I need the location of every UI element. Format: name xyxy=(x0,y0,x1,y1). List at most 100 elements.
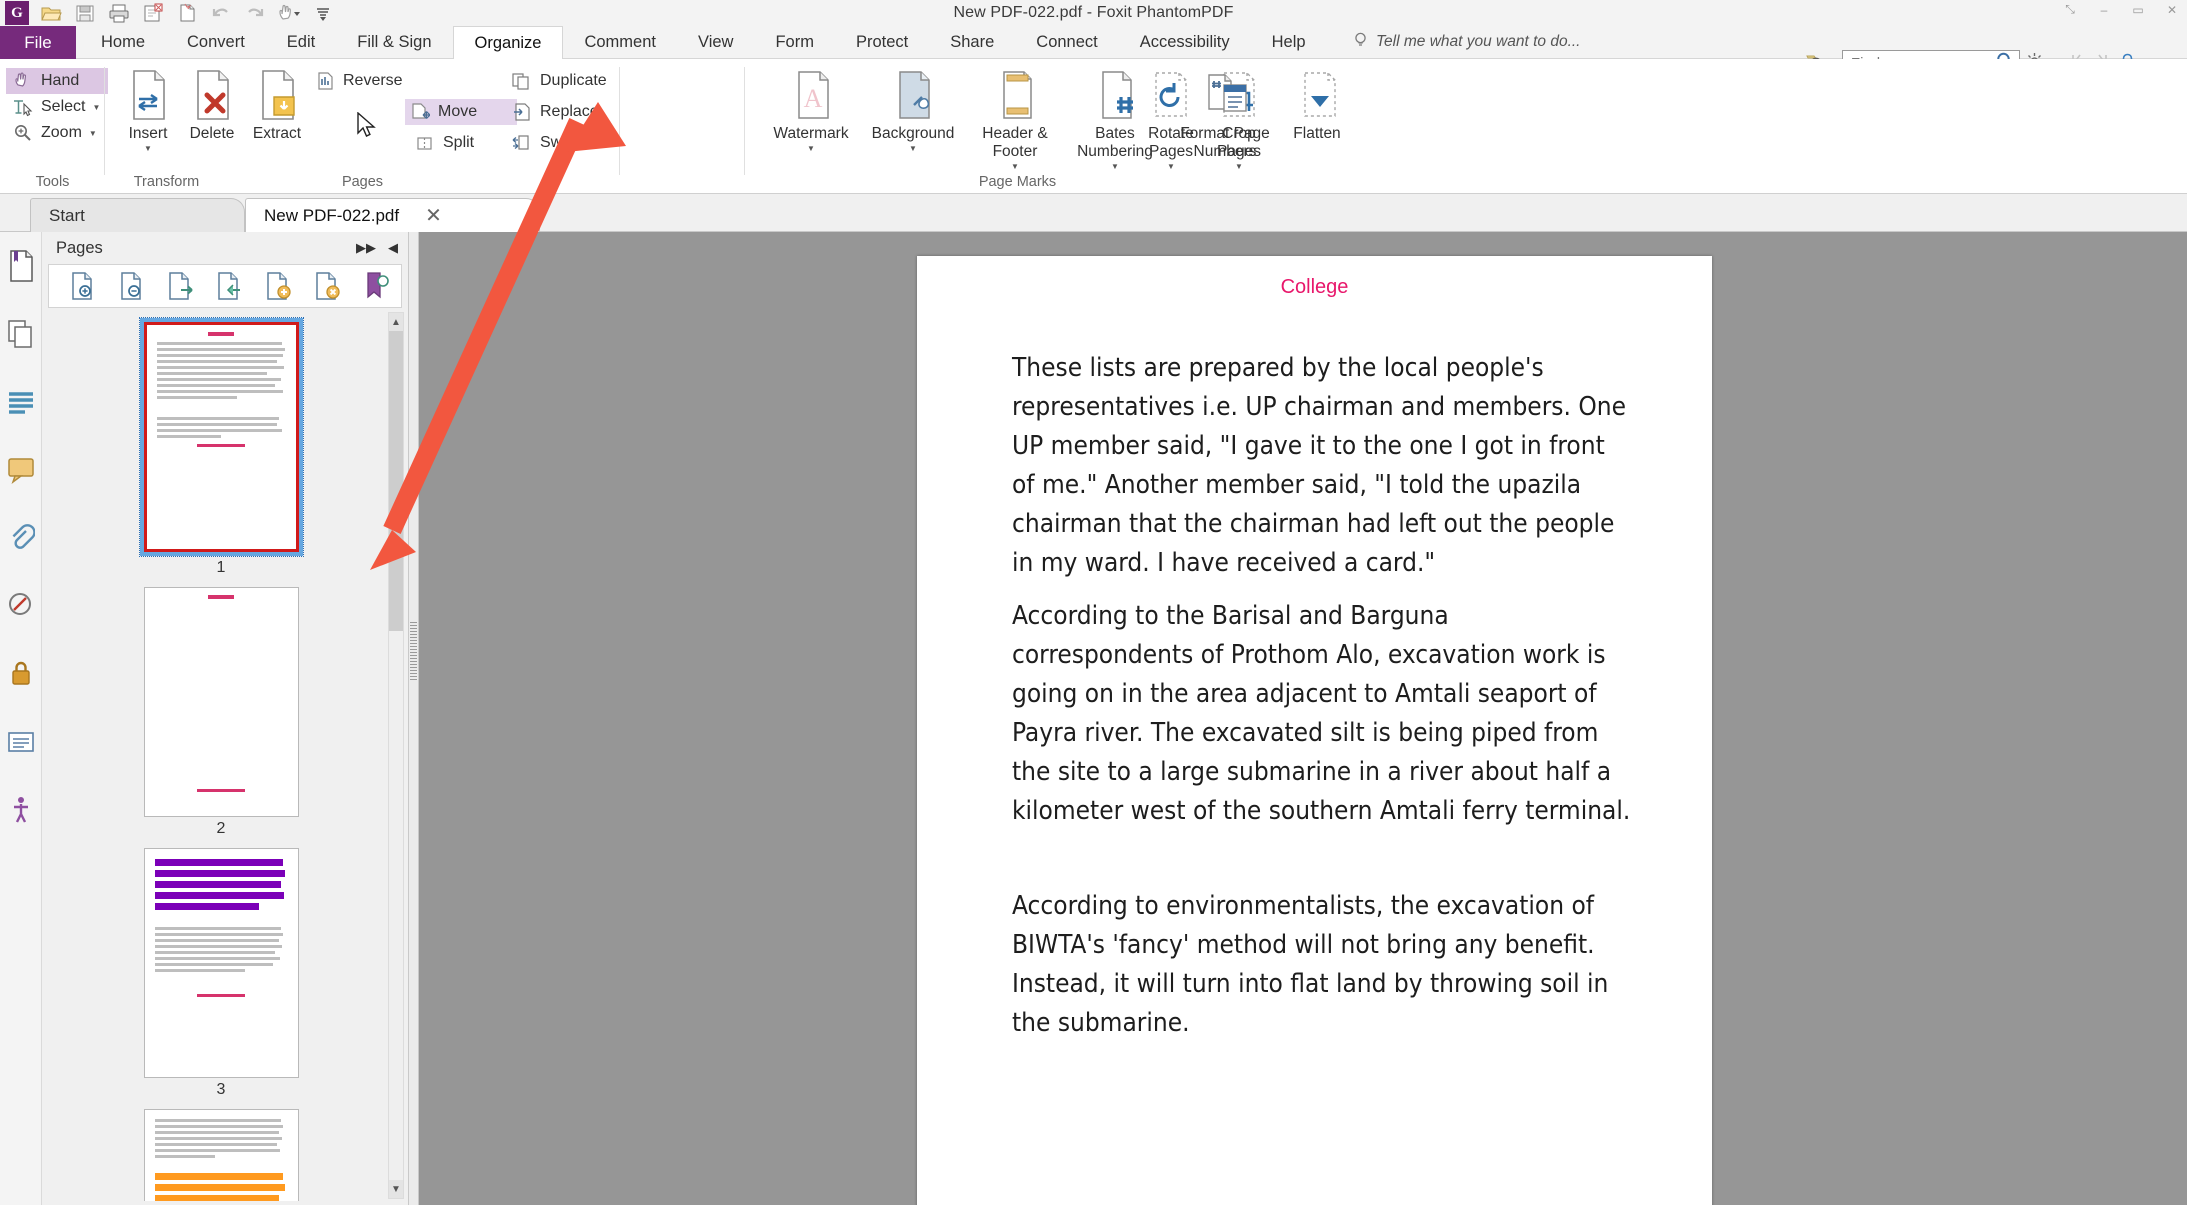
page-marks-header-footer-button[interactable]: Header & Footer ▼ xyxy=(967,65,1063,171)
page-marks-watermark-label: Watermark xyxy=(773,125,849,142)
window-title: New PDF-022.pdf - Foxit PhantomPDF xyxy=(953,4,1234,21)
thumbnail-page-1-image xyxy=(143,322,299,552)
chevron-down-icon[interactable]: ▼ xyxy=(807,144,815,153)
tab-edit[interactable]: Edit xyxy=(266,26,336,59)
rail-layers-icon[interactable] xyxy=(0,300,42,368)
tab-comment[interactable]: Comment xyxy=(563,26,677,59)
pages-swap-label: Swap xyxy=(540,134,581,151)
tab-share[interactable]: Share xyxy=(929,26,1015,59)
rail-fields-icon[interactable] xyxy=(0,708,42,776)
close-icon[interactable]: ✕ xyxy=(425,203,442,228)
pages-panel-scrollbar[interactable]: ▲ ▼ xyxy=(388,312,404,1199)
pages-move-label: Move xyxy=(438,103,478,120)
thumbnail-page-4[interactable] xyxy=(48,1109,394,1201)
pages-split-button[interactable]: Split xyxy=(410,130,481,156)
page-marks-format-page-numbers-button[interactable]: Format Page Numbers xyxy=(1169,65,1281,161)
thumbnail-page-1[interactable]: 1 xyxy=(48,317,394,577)
pages-split-label: Split xyxy=(443,134,475,151)
zoom-in-page-icon[interactable] xyxy=(59,266,108,306)
page-marks-background-button[interactable]: Background ▼ xyxy=(861,65,965,153)
tab-home[interactable]: Home xyxy=(80,26,166,59)
doc-tab-new-pdf-022[interactable]: New PDF-022.pdf ✕ xyxy=(245,198,540,232)
pages-replace-button[interactable]: Replace xyxy=(507,99,606,125)
page-marks-watermark-button[interactable]: A Watermark ▼ xyxy=(761,65,861,153)
maximize-window-button[interactable]: ▭ xyxy=(2129,3,2147,17)
page-thumbnail-list[interactable]: 1 2 3 xyxy=(48,312,394,1201)
tool-hand[interactable]: Hand xyxy=(6,68,109,94)
pages-duplicate-button[interactable]: Duplicate xyxy=(507,68,614,94)
chevron-down-icon[interactable]: ▼ xyxy=(1111,162,1119,171)
document-paragraph-2: According to the Barisal and Barguna cor… xyxy=(1012,601,1631,826)
tell-me-search[interactable]: Tell me what you want to do... xyxy=(1352,31,1580,52)
replace-page-icon[interactable] xyxy=(206,266,255,306)
pages-panel-title: Pages xyxy=(56,238,103,257)
ribbon-group-page-marks-label: Page Marks xyxy=(978,174,1057,190)
thumbnail-page-3[interactable]: 3 xyxy=(48,848,394,1099)
foxit-phantompdf-window: G New PDF-022.pdf - Foxit PhantomPDF ⤡ –… xyxy=(0,0,2187,1205)
rail-signatures-icon[interactable] xyxy=(0,572,42,640)
tab-convert[interactable]: Convert xyxy=(166,26,266,59)
scroll-down-icon[interactable]: ▼ xyxy=(389,1180,403,1198)
tab-view[interactable]: View xyxy=(677,26,754,59)
tab-organize[interactable]: Organize xyxy=(452,26,564,60)
rail-attachments-icon[interactable] xyxy=(0,504,42,572)
rail-pages-icon[interactable] xyxy=(0,232,42,300)
tab-connect[interactable]: Connect xyxy=(1015,26,1118,59)
pages-delete-label: Delete xyxy=(189,125,235,142)
pages-move-button[interactable]: Move xyxy=(405,99,517,125)
tab-accessibility[interactable]: Accessibility xyxy=(1119,26,1251,59)
bookmark-page-icon[interactable] xyxy=(352,266,401,306)
ribbon-group-transform-label: Transform xyxy=(133,174,200,190)
window-controls: ⤡ – ▭ ✕ xyxy=(2061,2,2181,17)
insert-page-icon[interactable] xyxy=(254,266,303,306)
rail-security-icon[interactable] xyxy=(0,640,42,708)
rail-accessibility-icon[interactable] xyxy=(0,776,42,844)
minimize-window-button[interactable]: – xyxy=(2095,3,2113,17)
delete-page-icon[interactable] xyxy=(303,266,352,306)
page-marks-bates-numbering-button[interactable]: Bates Numbering ▼ xyxy=(1063,65,1167,171)
tab-protect[interactable]: Protect xyxy=(835,26,929,59)
pages-reverse-button[interactable]: Reverse xyxy=(310,68,410,94)
thumbnail-page-2[interactable]: 2 xyxy=(48,587,394,838)
chevron-down-icon[interactable]: ▼ xyxy=(1011,162,1019,171)
tab-help[interactable]: Help xyxy=(1251,26,1327,59)
scrollbar-thumb[interactable] xyxy=(389,331,403,631)
close-window-button[interactable]: ✕ xyxy=(2163,3,2181,17)
hand-icon xyxy=(12,71,34,91)
reverse-pages-icon xyxy=(314,71,336,91)
mouse-cursor xyxy=(356,111,378,147)
pages-swap-button[interactable]: Swap xyxy=(507,130,587,156)
panel-splitter[interactable] xyxy=(409,232,419,1205)
doc-tab-start[interactable]: Start xyxy=(30,198,245,232)
tab-file[interactable]: File xyxy=(0,26,76,59)
pages-extract-button[interactable]: Extract xyxy=(244,65,310,143)
pages-reverse-label: Reverse xyxy=(343,72,403,89)
chevron-down-icon[interactable]: ▼ xyxy=(144,144,152,153)
pages-extract-label: Extract xyxy=(252,125,302,142)
chevron-down-icon[interactable]: ▼ xyxy=(89,129,97,138)
rail-comments-icon[interactable] xyxy=(0,436,42,504)
pages-panel-header: Pages ▶▶ ◀ xyxy=(42,232,408,264)
expand-panel-icon[interactable]: ▶▶ xyxy=(356,240,376,256)
rail-bookmarks-icon[interactable] xyxy=(0,368,42,436)
restore-window-button[interactable]: ⤡ xyxy=(2061,2,2079,17)
select-text-icon xyxy=(12,97,34,117)
pages-replace-label: Replace xyxy=(540,103,599,120)
ribbon-group-transform: Rotate Pages ▼ Crop Pages ▼ Flatten Transf… xyxy=(134,59,1341,194)
chevron-down-icon[interactable]: ▼ xyxy=(92,103,100,112)
chevron-down-icon[interactable]: ▼ xyxy=(909,144,917,153)
tab-form[interactable]: Form xyxy=(754,26,835,59)
zoom-out-page-icon[interactable] xyxy=(108,266,157,306)
title-bar: G New PDF-022.pdf - Foxit PhantomPDF ⤡ –… xyxy=(0,0,2187,26)
thumbnail-page-3-image xyxy=(143,848,299,1078)
collapse-panel-icon[interactable]: ◀ xyxy=(388,240,398,256)
tab-fill-and-sign[interactable]: Fill & Sign xyxy=(336,26,452,59)
scroll-up-icon[interactable]: ▲ xyxy=(389,313,403,331)
tool-select-label: Select xyxy=(41,98,86,115)
splitter-grip[interactable] xyxy=(410,622,417,682)
pages-insert-button[interactable]: Insert ▼ xyxy=(115,65,181,153)
tool-select[interactable]: Select ▼ xyxy=(6,94,108,120)
pages-delete-button[interactable]: Delete xyxy=(179,65,245,143)
tool-zoom[interactable]: Zoom ▼ xyxy=(6,120,108,146)
extract-page-icon[interactable] xyxy=(157,266,206,306)
